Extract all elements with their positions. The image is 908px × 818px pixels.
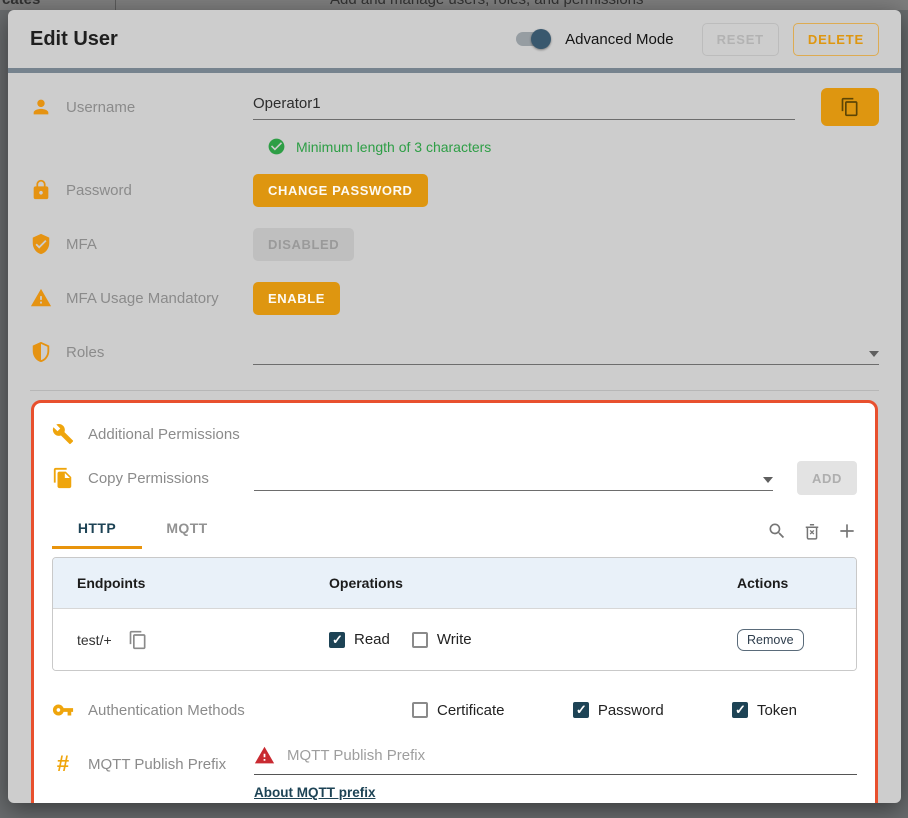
permissions-tabs: HTTP MQTT [52,511,857,549]
mfa-mandatory-label: MFA Usage Mandatory [66,290,219,307]
delete-button[interactable]: DELETE [793,23,879,56]
write-label: Write [437,631,472,648]
mfa-disabled-button[interactable]: DISABLED [253,228,354,261]
advanced-mode-toggle[interactable] [514,29,551,49]
certificate-checkbox[interactable] [412,702,428,718]
lock-icon [30,179,52,201]
token-checkbox-group[interactable]: Token [732,702,797,719]
column-actions: Actions [737,575,856,591]
mqtt-prefix-field[interactable] [254,745,857,775]
roles-label: Roles [66,344,104,361]
tab-mqtt[interactable]: MQTT [142,511,232,549]
backdrop-page-subtitle: Add and manage users, roles, and permiss… [330,0,644,8]
username-hint: Minimum length of 3 characters [267,137,879,156]
shield-check-icon [30,233,52,255]
read-checkbox-group[interactable]: Read [329,631,390,648]
column-operations: Operations [329,575,737,591]
advanced-mode-label: Advanced Mode [565,31,673,48]
tab-http[interactable]: HTTP [52,511,142,549]
delete-all-icon[interactable] [802,521,822,541]
copy-icon [840,97,860,117]
person-icon [30,96,52,118]
shield-icon [30,341,52,363]
file-copy-icon [52,467,74,489]
edit-user-dialog: Edit User Advanced Mode RESET DELETE Use… [8,10,901,803]
username-row: Username Operator1 [30,87,879,127]
password-row: Password CHANGE PASSWORD [30,170,879,210]
dialog-body: Username Operator1 Minimum length of 3 c… [8,73,901,803]
token-label: Token [757,702,797,719]
roles-select[interactable] [253,339,879,365]
chevron-down-icon [869,351,879,357]
warning-icon [30,287,52,309]
add-row-icon[interactable] [837,521,857,541]
certificate-checkbox-group[interactable]: Certificate [412,702,505,719]
change-password-button[interactable]: CHANGE PASSWORD [253,174,428,207]
write-checkbox[interactable] [412,632,428,648]
column-endpoints: Endpoints [77,575,329,591]
section-divider [30,390,879,391]
password-checkbox[interactable] [573,702,589,718]
additional-permissions-header: Additional Permissions [52,415,857,453]
additional-permissions-section: Additional Permissions Copy Permissions [31,400,878,803]
username-hint-text: Minimum length of 3 characters [296,139,491,155]
copy-permissions-label: Copy Permissions [88,470,209,487]
toggle-thumb [531,29,551,49]
mqtt-prefix-input[interactable] [287,747,857,764]
backdrop-sidebar-edge [115,0,116,10]
hash-icon: # [52,753,74,775]
chevron-down-icon [763,477,773,483]
auth-methods-row: Authentication Methods Certificate Passw… [52,691,857,729]
dialog-title: Edit User [30,28,118,51]
mqtt-prefix-row: # MQTT Publish Prefix About MQTT prefix [52,745,857,800]
username-value: Operator1 [253,95,321,112]
copy-username-button[interactable] [821,88,879,126]
username-label: Username [66,99,135,116]
token-checkbox[interactable] [732,702,748,718]
copy-permissions-row: Copy Permissions ADD [52,459,857,497]
error-warning-icon [254,745,275,766]
mfa-label: MFA [66,236,97,253]
search-icon[interactable] [767,521,787,541]
read-checkbox[interactable] [329,632,345,648]
key-icon [52,699,74,721]
password-option-label: Password [598,702,664,719]
copy-permissions-select[interactable] [254,465,773,491]
mqtt-prefix-label: MQTT Publish Prefix [88,756,226,773]
copy-endpoint-icon[interactable] [128,630,148,650]
reset-button[interactable]: RESET [702,23,779,56]
check-circle-icon [267,137,286,156]
add-permission-button[interactable]: ADD [797,461,857,495]
roles-row: Roles [30,332,879,372]
dialog-header: Edit User Advanced Mode RESET DELETE [8,10,901,68]
remove-endpoint-button[interactable]: Remove [737,629,804,651]
about-mqtt-prefix-link[interactable]: About MQTT prefix [254,785,376,800]
read-label: Read [354,631,390,648]
table-row: test/+ Read Write [53,608,856,670]
write-checkbox-group[interactable]: Write [412,631,472,648]
mfa-row: MFA DISABLED [30,224,879,264]
auth-methods-label: Authentication Methods [88,702,245,719]
additional-permissions-label: Additional Permissions [88,426,240,443]
certificate-label: Certificate [437,702,505,719]
endpoint-value: test/+ [77,632,112,648]
backdrop-page: cates Add and manage users, roles, and p… [0,0,908,10]
mfa-mandatory-row: MFA Usage Mandatory ENABLE [30,278,879,318]
backdrop-sidebar-fragment: cates [2,0,40,8]
password-checkbox-group[interactable]: Password [573,702,664,719]
username-input[interactable]: Operator1 [253,94,795,120]
password-label: Password [66,182,132,199]
endpoints-table: Endpoints Operations Actions test/+ [52,557,857,671]
mfa-enable-button[interactable]: ENABLE [253,282,340,315]
wrench-icon [52,423,74,445]
table-header-row: Endpoints Operations Actions [53,558,856,608]
